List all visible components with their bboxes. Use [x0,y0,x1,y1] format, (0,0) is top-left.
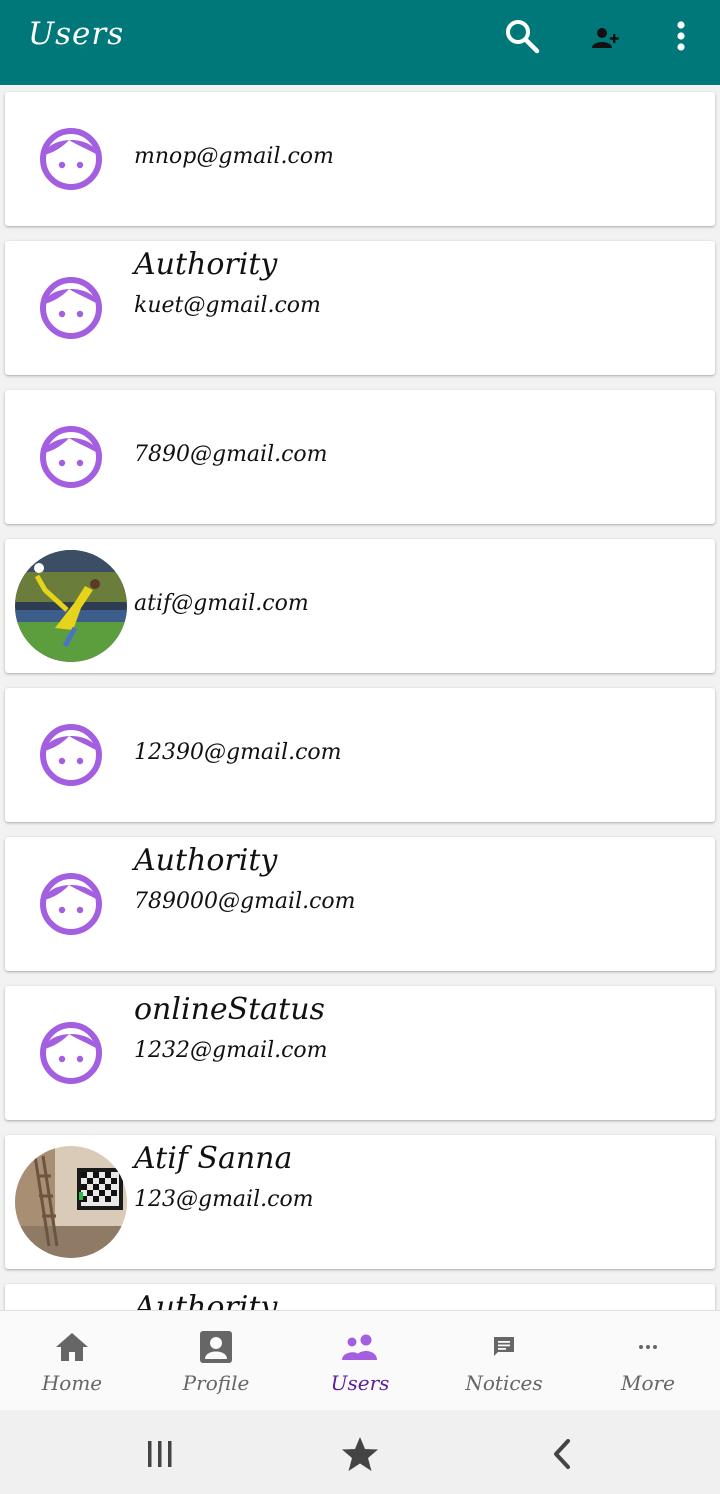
user-card[interactable]: Authority [5,1284,715,1310]
user-card[interactable]: Atif Sanna 123@gmail.com [5,1135,715,1269]
nav-item-profile[interactable]: Profile [144,1311,288,1411]
nav-label: Users [330,1371,390,1395]
default-face-icon [15,699,127,811]
nav-item-more[interactable]: More [576,1311,720,1411]
default-face-icon [15,848,127,960]
default-face-icon [15,401,127,513]
user-card[interactable]: onlineStatus 1232@gmail.com [5,986,715,1120]
notices-icon [492,1329,516,1365]
nav-item-home[interactable]: Home [0,1311,144,1411]
user-card[interactable]: mnop@gmail.com [5,92,715,226]
default-face-icon [15,252,127,364]
default-face-icon [15,1295,127,1310]
user-name: Authority [134,1290,278,1310]
more-vertical-icon[interactable] [664,14,698,58]
nav-label: Home [41,1371,103,1395]
nav-item-notices[interactable]: Notices [432,1311,576,1411]
home-icon [55,1329,89,1365]
add-user-icon[interactable] [586,18,626,58]
nav-label: More [621,1371,675,1395]
nav-label: Notices [465,1371,543,1395]
user-card[interactable]: Authority kuet@gmail.com [5,241,715,375]
nav-item-users[interactable]: Users [288,1311,432,1411]
user-card[interactable]: 7890@gmail.com [5,390,715,524]
user-card[interactable]: atif@gmail.com [5,539,715,673]
user-photo-avatar [15,1146,127,1258]
user-name: onlineStatus [134,992,325,1027]
back-icon[interactable] [540,1432,584,1476]
user-card[interactable]: Authority 789000@gmail.com [5,837,715,971]
user-name: Authority [134,843,278,878]
nav-label: Profile [182,1371,250,1395]
profile-icon [200,1329,232,1365]
more-horizontal-icon [638,1329,658,1365]
app-bar: Users [0,0,720,85]
user-photo-avatar [15,550,127,662]
user-email: 1232@gmail.com [134,1038,328,1063]
recents-icon[interactable] [138,1432,182,1476]
user-name: Atif Sanna [134,1141,293,1176]
user-list[interactable]: mnop@gmail.com Authority kuet@gmail.com [0,85,720,1310]
user-email: kuet@gmail.com [134,293,321,318]
user-email: 789000@gmail.com [134,889,356,914]
user-name: Authority [134,247,278,282]
search-icon[interactable] [500,14,544,58]
system-navigation-bar [0,1410,720,1494]
user-email: 123@gmail.com [134,1187,314,1212]
users-icon [341,1329,379,1365]
home-star-icon[interactable] [338,1432,382,1476]
default-face-icon [15,103,127,215]
user-email: 12390@gmail.com [134,740,342,765]
user-card[interactable]: 12390@gmail.com [5,688,715,822]
default-face-icon [15,997,127,1109]
user-email: mnop@gmail.com [134,144,334,169]
bottom-navigation: Home Profile Users Notices More [0,1310,720,1410]
user-email: atif@gmail.com [134,591,309,616]
page-title: Users [28,16,125,52]
user-email: 7890@gmail.com [134,442,328,467]
